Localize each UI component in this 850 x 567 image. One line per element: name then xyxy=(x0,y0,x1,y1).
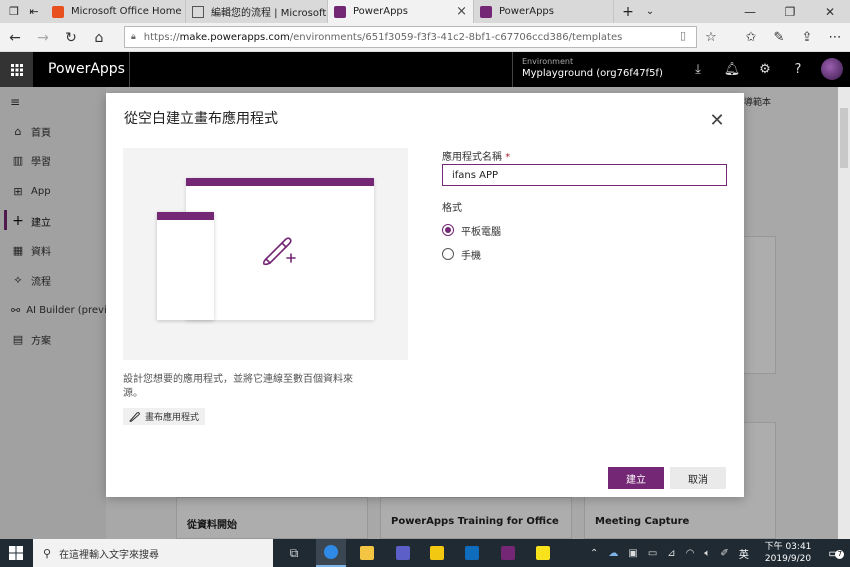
onedrive-cloud-icon[interactable]: ☁ xyxy=(608,548,618,559)
notifications-icon[interactable]: 🔔︎ xyxy=(716,52,748,87)
browser-tab-powerapps-active[interactable]: PowerApps × xyxy=(328,0,474,23)
favorites-icon[interactable]: ✩ xyxy=(736,23,766,52)
minimize-icon[interactable]: — xyxy=(730,0,770,23)
avatar[interactable] xyxy=(821,58,843,80)
brand-title[interactable]: PowerApps xyxy=(48,52,125,87)
lock-icon: 🔒︎ xyxy=(131,32,136,42)
url-prefix: https:// xyxy=(143,31,180,43)
windows-start-icon[interactable] xyxy=(0,539,32,567)
network-icon[interactable]: ⊿ xyxy=(667,548,675,559)
tab-actions-icon[interactable]: ❐ xyxy=(4,0,24,23)
app-name-label-text: 應用程式名稱 xyxy=(442,152,502,163)
canvas-app-chip: 畫布應用程式 xyxy=(123,408,206,425)
taskbar-clock[interactable]: 下午 03:41 2019/9/20 xyxy=(763,541,813,565)
display-icon[interactable]: ▣ xyxy=(628,548,637,559)
outlook-icon[interactable] xyxy=(457,539,487,567)
reading-view-icon[interactable]: ▯ xyxy=(680,29,686,42)
format-option-phone[interactable]: 手機 xyxy=(442,246,481,262)
phone-preview-card xyxy=(157,212,214,320)
canvas-pen-icon xyxy=(261,233,297,267)
teams-icon[interactable] xyxy=(388,539,418,567)
app-name-label: 應用程式名稱 * xyxy=(442,148,510,163)
notification-count-badge: 7 xyxy=(835,550,845,559)
radio-unselected-icon[interactable] xyxy=(442,248,454,260)
task-view-icon[interactable]: ⧉ xyxy=(279,539,309,567)
pen-icon[interactable]: ✎ xyxy=(764,23,794,52)
tab-label: PowerApps xyxy=(353,6,408,17)
download-icon[interactable]: ⤓ xyxy=(682,52,714,87)
set-aside-tabs-icon[interactable]: ⇤ xyxy=(24,0,44,23)
pen-icon xyxy=(129,412,140,422)
home-icon[interactable]: ⌂ xyxy=(86,23,112,52)
refresh-icon[interactable]: ↻ xyxy=(58,23,84,52)
tab-list-chevron-icon[interactable]: ⌄ xyxy=(640,0,660,23)
phone-preview-header xyxy=(157,212,214,220)
close-window-icon[interactable]: ✕ xyxy=(810,0,850,23)
power-bi-icon[interactable] xyxy=(422,539,452,567)
tab-label: Microsoft Office Home xyxy=(71,6,182,17)
new-tab-icon[interactable]: + xyxy=(618,0,638,23)
tab-label: PowerApps xyxy=(499,6,554,17)
powerapps-taskbar-icon[interactable] xyxy=(493,539,523,567)
browser-tab-office[interactable]: Microsoft Office Home xyxy=(46,0,186,23)
environment-label: Environment xyxy=(522,57,574,66)
scrollbar-thumb[interactable] xyxy=(840,108,848,168)
system-tray: ⌃ ☁ ▣ ▭ ⊿ ◠ 🔈︎ ✐ 英 xyxy=(585,539,754,567)
powerapps-icon xyxy=(480,5,492,18)
clock-time: 下午 03:41 xyxy=(764,542,812,552)
powerapps-icon xyxy=(334,5,346,18)
volume-icon[interactable]: 🔈︎ xyxy=(704,548,710,559)
app-launcher-icon[interactable] xyxy=(0,52,33,87)
help-icon[interactable]: ? xyxy=(782,52,814,87)
clock-date: 2019/9/20 xyxy=(764,554,812,564)
file-explorer-icon[interactable] xyxy=(352,539,382,567)
app-name-input[interactable] xyxy=(442,164,727,186)
settings-gear-icon[interactable]: ⚙ xyxy=(749,52,781,87)
favorite-star-icon[interactable]: ☆ xyxy=(696,23,726,52)
address-bar[interactable]: 🔒︎ https://make.powerapps.com/environmen… xyxy=(124,26,697,48)
cancel-button[interactable]: 取消 xyxy=(670,467,726,489)
url-domain: make.powerapps.com xyxy=(179,31,290,43)
tab-label: 編輯您的流程 | Microsoft Fl xyxy=(211,8,328,19)
forward-icon[interactable]: → xyxy=(30,23,56,52)
header-divider xyxy=(512,52,513,87)
more-icon[interactable]: ⋯ xyxy=(820,23,850,52)
input-method-indicator[interactable]: 英 xyxy=(739,546,749,561)
close-tab-icon[interactable]: × xyxy=(456,4,467,19)
restore-icon[interactable]: ❐ xyxy=(770,0,810,23)
required-marker: * xyxy=(505,152,511,163)
battery-icon[interactable]: ▭ xyxy=(648,548,657,559)
action-center-icon[interactable]: ▭ 7 xyxy=(818,539,850,567)
back-icon[interactable]: ← xyxy=(2,23,28,52)
office-icon xyxy=(52,5,64,18)
url-path: /environments/651f3059-f3f3-41c2-8bf1-c6… xyxy=(289,31,623,43)
pen-workspace-icon[interactable]: ✐ xyxy=(720,548,728,559)
edge-browser-icon[interactable] xyxy=(316,539,346,567)
tablet-preview-header xyxy=(186,178,374,186)
wifi-icon[interactable]: ◠ xyxy=(686,548,695,559)
browser-tab-flow[interactable]: 編輯您的流程 | Microsoft Fl xyxy=(186,0,328,23)
format-option-label: 平板電腦 xyxy=(461,226,501,238)
radio-selected-icon[interactable] xyxy=(442,224,454,236)
format-option-label: 手機 xyxy=(461,250,481,262)
page-icon xyxy=(192,5,204,18)
environment-picker[interactable]: Myplayground (org76f47f5f) xyxy=(522,68,663,79)
show-hidden-icons-chevron-icon[interactable]: ⌃ xyxy=(590,548,598,559)
browser-tab-powerapps[interactable]: PowerApps xyxy=(474,0,614,23)
search-icon: ⚲ xyxy=(43,546,52,560)
header-divider xyxy=(129,52,130,87)
format-option-tablet[interactable]: 平板電腦 xyxy=(442,222,501,238)
format-label: 格式 xyxy=(442,203,462,214)
sticky-notes-icon[interactable] xyxy=(528,539,558,567)
create-button[interactable]: 建立 xyxy=(608,467,664,489)
dialog-title: 從空白建立畫布應用程式 xyxy=(124,111,278,127)
taskbar-search-box[interactable]: ⚲ 在這裡輸入文字來搜尋 xyxy=(33,539,273,567)
search-placeholder: 在這裡輸入文字來搜尋 xyxy=(59,549,160,561)
close-icon[interactable]: ✕ xyxy=(707,110,727,131)
share-icon[interactable]: ⇪ xyxy=(792,23,822,52)
dialog-description: 設計您想要的應用程式，並將它連線至數百個資料來源。 xyxy=(123,374,353,399)
chip-label: 畫布應用程式 xyxy=(145,413,200,423)
